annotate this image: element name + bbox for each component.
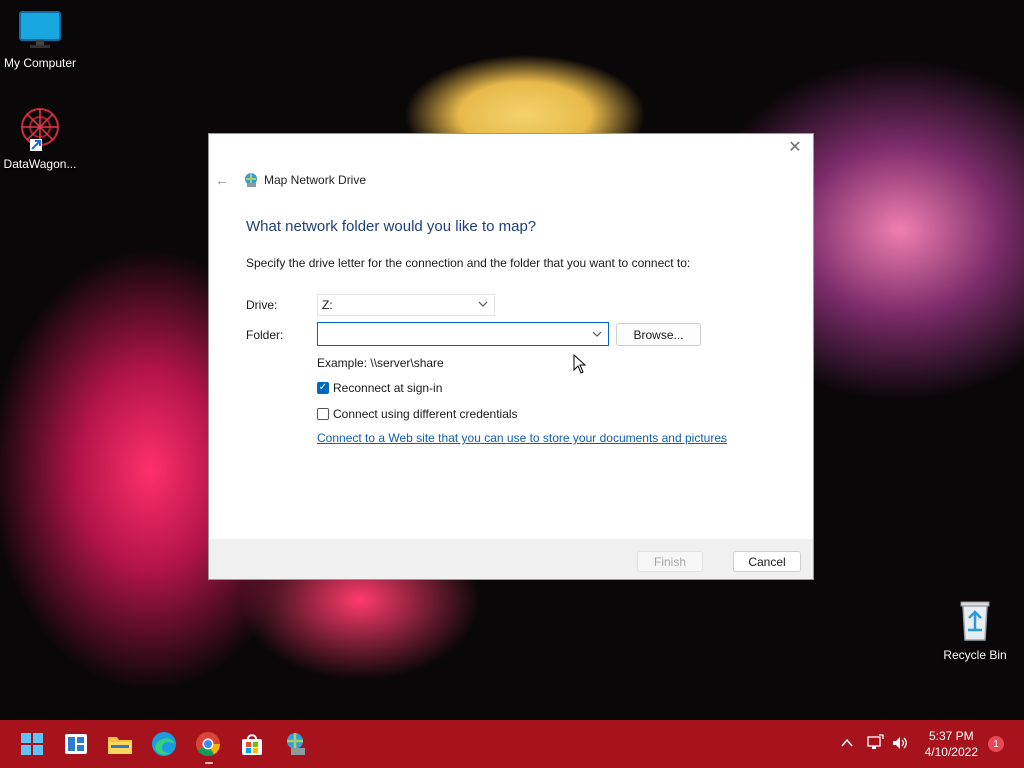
folder-combobox[interactable]	[317, 322, 609, 346]
browse-button[interactable]: Browse...	[616, 323, 701, 346]
store-button[interactable]	[238, 730, 266, 758]
chrome-icon	[196, 732, 220, 757]
start-icon	[21, 733, 43, 755]
drive-select-value: Z:	[322, 298, 333, 312]
map-network-drive-dialog: ✕ ← Map Network Drive What network folde…	[208, 133, 814, 580]
chevron-down-icon[interactable]	[592, 329, 602, 339]
taskbar-clock[interactable]: 5:37 PM 4/10/2022	[925, 728, 978, 760]
widgets-icon	[65, 734, 87, 754]
start-button[interactable]	[18, 730, 46, 758]
network-drive-icon	[287, 733, 305, 755]
desktop-icon-recycle-bin[interactable]: Recycle Bin	[935, 596, 1015, 662]
dialog-heading: What network folder would you like to ma…	[246, 218, 537, 235]
recycle-bin-icon	[960, 601, 990, 641]
folder-label: Folder:	[246, 328, 284, 342]
folder-input[interactable]	[322, 326, 576, 342]
widgets-button[interactable]	[62, 730, 90, 758]
desktop-icon-my-computer[interactable]: My Computer	[0, 10, 80, 70]
cancel-button[interactable]: Cancel	[733, 551, 801, 572]
folder-example-text: Example: \\server\share	[317, 356, 444, 370]
back-arrow-icon[interactable]: ←	[215, 172, 233, 188]
desktop-icon-label: My Computer	[3, 56, 77, 70]
edge-icon	[152, 732, 176, 756]
reconnect-checkbox-row[interactable]: ✓ Reconnect at sign-in	[317, 381, 442, 395]
dialog-title: Map Network Drive	[264, 173, 367, 187]
store-icon	[242, 734, 262, 755]
active-app-indicator	[205, 762, 213, 764]
edge-button[interactable]	[150, 730, 178, 758]
drive-label: Drive:	[246, 298, 278, 312]
clock-date: 4/10/2022	[924, 745, 978, 759]
clock-time: 5:37 PM	[928, 729, 974, 743]
monitor-icon	[19, 11, 61, 48]
network-icon[interactable]	[866, 734, 884, 752]
notification-badge[interactable]: 1	[988, 736, 1004, 752]
dialog-instruction: Specify the drive letter for the connect…	[246, 256, 691, 270]
reconnect-checkbox[interactable]: ✓	[317, 382, 329, 394]
web-link-period: .	[720, 431, 724, 445]
desktop-icon-label: Recycle Bin	[943, 648, 1007, 662]
dialog-titlebar: ← Map Network Drive	[215, 170, 366, 190]
close-button[interactable]: ✕	[785, 138, 805, 158]
network-drive-icon	[245, 173, 257, 187]
file-explorer-icon	[108, 737, 132, 754]
credentials-checkbox-row[interactable]: Connect using different credentials	[317, 407, 518, 421]
credentials-label: Connect using different credentials	[333, 407, 518, 421]
chrome-button[interactable]	[194, 730, 222, 758]
web-site-link[interactable]: Connect to a Web site that you can use t…	[317, 431, 727, 445]
close-icon: ✕	[788, 139, 802, 156]
taskbar: 5:37 PM 4/10/2022 1	[0, 720, 1024, 768]
finish-button[interactable]: Finish	[637, 551, 703, 572]
reconnect-label: Reconnect at sign-in	[333, 381, 443, 395]
drive-select[interactable]: Z:	[317, 294, 495, 316]
desktop-icon-datawagon[interactable]: DataWagon...	[0, 105, 80, 171]
network-drive-taskbar-button[interactable]	[282, 730, 310, 758]
desktop-icon-label: DataWagon...	[3, 157, 77, 171]
dialog-footer: Finish Cancel	[209, 539, 813, 579]
app-shortcut-icon	[21, 108, 59, 151]
volume-icon[interactable]	[891, 734, 909, 752]
chevron-up-icon[interactable]	[840, 736, 854, 750]
chevron-down-icon	[478, 301, 488, 307]
mouse-pointer-icon	[573, 354, 587, 374]
credentials-checkbox[interactable]	[317, 408, 329, 420]
file-explorer-button[interactable]	[106, 730, 134, 758]
